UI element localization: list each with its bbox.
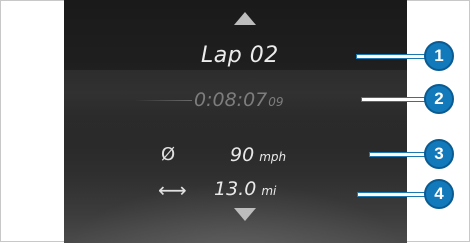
distance-number: 13.0 xyxy=(214,178,257,200)
double-arrow-icon: ⟷ xyxy=(158,178,187,202)
scroll-down-arrow-icon[interactable] xyxy=(234,208,256,221)
callout-badge-3: 3 xyxy=(424,139,454,169)
callout-line-2 xyxy=(362,98,427,101)
lap-title: Lap 02 xyxy=(201,43,279,68)
lap-time-hundredths: 09 xyxy=(268,95,284,109)
lap-time-main: 0:08:07 xyxy=(194,89,268,111)
lap-time-leader-line xyxy=(134,100,192,101)
scroll-up-arrow-icon[interactable] xyxy=(234,12,256,25)
callout-badge-2: 2 xyxy=(424,84,454,114)
callout-badge-4: 4 xyxy=(424,179,454,209)
distance-unit: mi xyxy=(261,184,277,198)
callout-line-3 xyxy=(370,153,427,156)
display-screen: Lap 02 0:08:0709 Ø 90 mph ⟷ 13.0 mi xyxy=(64,0,407,243)
average-speed-unit: mph xyxy=(259,150,287,164)
callout-line-1 xyxy=(357,55,427,58)
callout-badge-1: 1 xyxy=(424,41,454,71)
callout-line-4 xyxy=(358,193,427,196)
average-diameter-icon: Ø xyxy=(161,144,176,165)
lap-time: 0:08:0709 xyxy=(194,89,284,111)
average-speed-value: 90 mph xyxy=(230,144,286,166)
distance-value: 13.0 mi xyxy=(214,178,276,200)
average-speed-number: 90 xyxy=(230,144,255,166)
